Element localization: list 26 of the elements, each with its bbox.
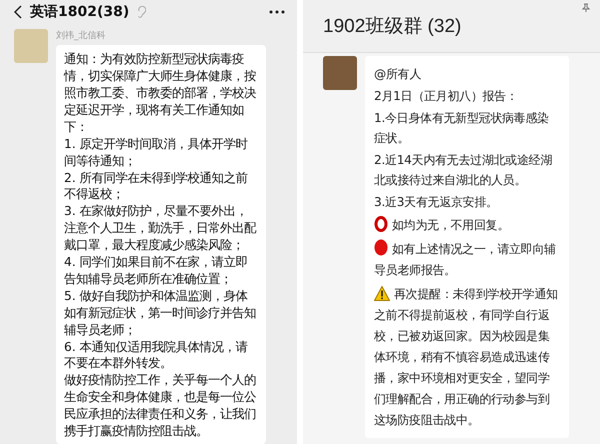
message-text: 4. 同学们如果目前不在家，请立即告知辅导员老师所在准确位置； xyxy=(64,254,249,288)
more-icon[interactable] xyxy=(269,10,285,14)
message-text: 2.近14天内有无去过湖北或途经湖北或接待过来自湖北的人员。 xyxy=(374,152,554,189)
message-text: 如均为无，不用回复。 xyxy=(374,215,560,236)
message-text: 3.近3天有无返京安排。 xyxy=(374,194,499,211)
message-text: 1. 原定开学时间取消，具体开学时间等待通知； xyxy=(64,136,249,170)
message-text: 1.今日身体有无新型冠状病毒感染症状。 xyxy=(374,110,550,147)
message-text: 6. 本通知仅适用我院具体情况，请不要在本群外转发。 xyxy=(64,338,249,372)
message-text: 再次提醒：未得到学校开学通知之前不得提前返校，有同学自行返校，已被劝返回家。因为校园是集体环境，稍有不慎容易造成迅速传播，家中环境相对更安全，望同学们理解配合，用正确的行动参与到这场防疫阻击战中。 xyxy=(374,285,559,429)
circle-icon xyxy=(374,239,388,256)
back-icon[interactable] xyxy=(14,4,22,19)
chat-title: 1902班级群 (32) xyxy=(323,15,462,39)
message-text: 做好疫情防控工作，关乎每一个人的生命安全和身体健康，也是每一位公民应承担的法律责任和义务，让我们携手打赢疫情防控阻击战。 xyxy=(64,372,257,440)
message-text: 2月1日（正月初八）报告： xyxy=(374,88,519,105)
message-text: 5. 做好自我防护和体温监测，身体如有新冠症状，第一时间诊疗并告知辅导员老师； xyxy=(64,288,257,339)
message-text: @所有人 xyxy=(374,66,422,83)
ring-icon xyxy=(374,216,388,232)
pin-icon[interactable] xyxy=(582,3,590,12)
message-text: 通知：为有效防控新型冠状病毒疫情，切实保障广大师生身体健康，按照市教工委、市教委的部署，学校决定延迟开学，现将有关工作通知如下： xyxy=(64,51,257,136)
ear-icon xyxy=(137,6,146,18)
message-text: 如有上述情况之一，请立即向辅导员老师报告。 xyxy=(374,239,560,281)
sender-name: 刘祎_北信科 xyxy=(56,30,106,42)
chat-title: 英语1802(38) xyxy=(30,2,130,21)
warning-icon xyxy=(374,286,390,301)
message-text: 2. 所有同学在未得到学校通知之前不得返校； xyxy=(64,170,249,204)
message-text: 3. 在家做好防护，尽量不要外出，注意个人卫生，勤洗手，日常外出配戴口罩，最大程度减少感染风险； xyxy=(64,203,258,254)
